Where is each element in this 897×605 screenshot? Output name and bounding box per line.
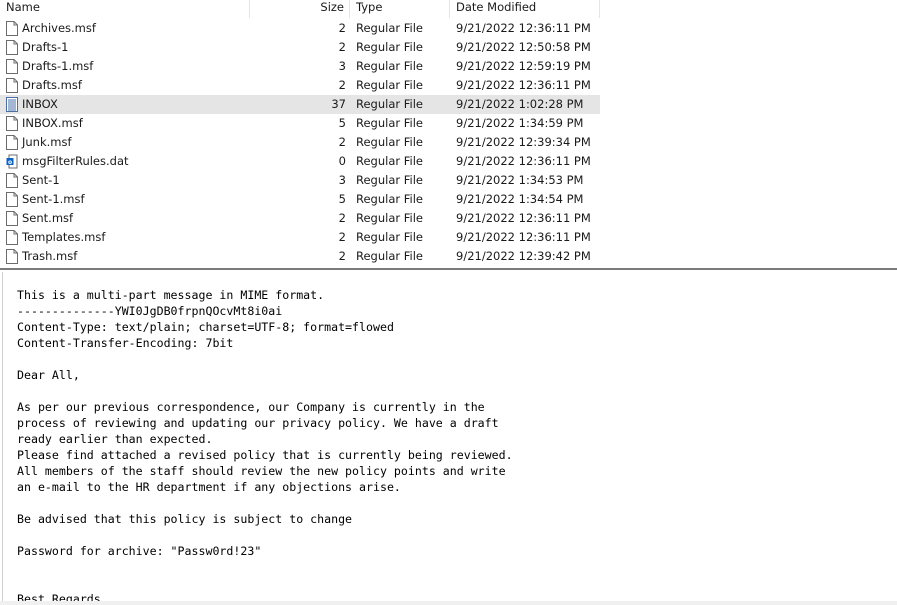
file-name: Drafts.msf [22, 78, 82, 92]
file-date-modified: 9/21/2022 12:36:11 PM [456, 21, 591, 35]
file-name: msgFilterRules.dat [22, 154, 129, 168]
file-name: Sent-1.msf [22, 192, 85, 206]
file-row[interactable]: Drafts-1.msf 3 Regular File 9/21/2022 12:59… [0, 57, 600, 76]
message-body-text[interactable]: This is a multi-part message in MIME for… [17, 287, 513, 605]
file-row[interactable]: INBOX 37 Regular File 9/21/2022 1:02:28 PM [0, 95, 600, 114]
file-size: 37 [331, 97, 346, 111]
file-size: 2 [338, 135, 346, 149]
column-divider[interactable] [449, 0, 450, 18]
file-name: Archives.msf [22, 21, 96, 35]
file-icon [6, 192, 18, 207]
file-date-modified: 9/21/2022 12:59:19 PM [456, 59, 591, 73]
file-name: INBOX.msf [22, 116, 83, 130]
file-type: Regular File [356, 135, 424, 149]
file-date-modified: 9/21/2022 12:36:11 PM [456, 230, 591, 244]
file-size: 5 [338, 192, 346, 206]
column-divider[interactable] [599, 0, 600, 18]
file-type: Regular File [356, 230, 424, 244]
file-type: Regular File [356, 97, 424, 111]
file-name: Sent-1 [22, 173, 60, 187]
file-icon [6, 78, 18, 93]
file-row[interactable]: Drafts.msf 2 Regular File 9/21/2022 12:36:1… [0, 76, 600, 95]
horizontal-scrollbar[interactable] [0, 601, 897, 605]
file-date-modified: 9/21/2022 12:50:58 PM [456, 40, 591, 54]
file-type: Regular File [356, 192, 424, 206]
file-row[interactable]: o msgFilterRules.dat 0 Regular File 9/21/202… [0, 152, 600, 171]
file-size: 3 [338, 59, 346, 73]
file-date-modified: 9/21/2022 12:39:42 PM [456, 249, 591, 263]
file-name: Junk.msf [22, 135, 72, 149]
file-icon [6, 249, 18, 264]
file-row[interactable]: Junk.msf 2 Regular File 9/21/2022 12:39:34 … [0, 133, 600, 152]
file-size: 2 [338, 40, 346, 54]
file-row[interactable]: Sent.msf 2 Regular File 9/21/2022 12:36:11 … [0, 209, 600, 228]
file-list: Name Size Type Date Modified Archives.ms… [0, 0, 897, 268]
file-icon [6, 173, 18, 188]
file-size: 3 [338, 173, 346, 187]
file-icon [6, 135, 18, 150]
column-divider[interactable] [349, 0, 350, 18]
file-size: 2 [338, 211, 346, 225]
file-name: Sent.msf [22, 211, 74, 225]
column-header-size[interactable]: Size [250, 0, 344, 18]
file-row[interactable]: Drafts-1 2 Regular File 9/21/2022 12:50:58 … [0, 38, 600, 57]
file-type: Regular File [356, 78, 424, 92]
file-name: Trash.msf [22, 249, 78, 263]
file-size: 2 [338, 21, 346, 35]
file-name: Templates.msf [22, 230, 106, 244]
file-name: Drafts-1.msf [22, 59, 94, 73]
file-row[interactable]: Archives.msf 2 Regular File 9/21/2022 12:36… [0, 19, 600, 38]
viewer-frame: This is a multi-part message in MIME for… [2, 272, 897, 605]
svg-text:o: o [8, 159, 12, 166]
file-row[interactable]: Trash.msf 2 Regular File 9/21/2022 12:39:42… [0, 247, 600, 266]
file-type: Regular File [356, 116, 424, 130]
file-icon [6, 21, 18, 36]
file-row[interactable]: INBOX.msf 5 Regular File 9/21/2022 1:34:59 … [0, 114, 600, 133]
column-header-row: Name Size Type Date Modified [0, 0, 897, 18]
file-icon [6, 59, 18, 74]
file-size: 0 [338, 154, 346, 168]
file-date-modified: 9/21/2022 1:02:28 PM [456, 97, 584, 111]
file-date-modified: 9/21/2022 12:36:11 PM [456, 154, 591, 168]
outlook-data-icon: o [6, 154, 18, 169]
file-row[interactable]: Sent-1.msf 5 Regular File 9/21/2022 1:34:54… [0, 190, 600, 209]
file-content-viewer[interactable]: This is a multi-part message in MIME for… [0, 268, 897, 605]
column-header-type[interactable]: Type [356, 0, 382, 18]
file-icon [6, 211, 18, 226]
file-type: Regular File [356, 249, 424, 263]
column-header-date-modified[interactable]: Date Modified [456, 0, 536, 18]
file-size: 2 [338, 230, 346, 244]
file-date-modified: 9/21/2022 12:39:34 PM [456, 135, 591, 149]
file-row[interactable]: Templates.msf 2 Regular File 9/21/2022 12:3… [0, 228, 600, 247]
file-size: 5 [338, 116, 346, 130]
file-date-modified: 9/21/2022 1:34:54 PM [456, 192, 584, 206]
file-type: Regular File [356, 59, 424, 73]
file-date-modified: 9/21/2022 12:36:11 PM [456, 211, 591, 225]
file-date-modified: 9/21/2022 1:34:59 PM [456, 116, 584, 130]
file-date-modified: 9/21/2022 1:34:53 PM [456, 173, 584, 187]
file-type: Regular File [356, 154, 424, 168]
file-icon [6, 40, 18, 55]
file-type: Regular File [356, 21, 424, 35]
file-name: Drafts-1 [22, 40, 69, 54]
text-file-icon [6, 97, 18, 112]
file-name: INBOX [22, 97, 58, 111]
file-icon [6, 116, 18, 131]
file-icon [6, 230, 18, 245]
column-header-name[interactable]: Name [6, 0, 40, 18]
file-type: Regular File [356, 40, 424, 54]
file-size: 2 [338, 78, 346, 92]
file-size: 2 [338, 249, 346, 263]
file-type: Regular File [356, 211, 424, 225]
file-date-modified: 9/21/2022 12:36:11 PM [456, 78, 591, 92]
file-row[interactable]: Sent-1 3 Regular File 9/21/2022 1:34:53 PM [0, 171, 600, 190]
file-type: Regular File [356, 173, 424, 187]
